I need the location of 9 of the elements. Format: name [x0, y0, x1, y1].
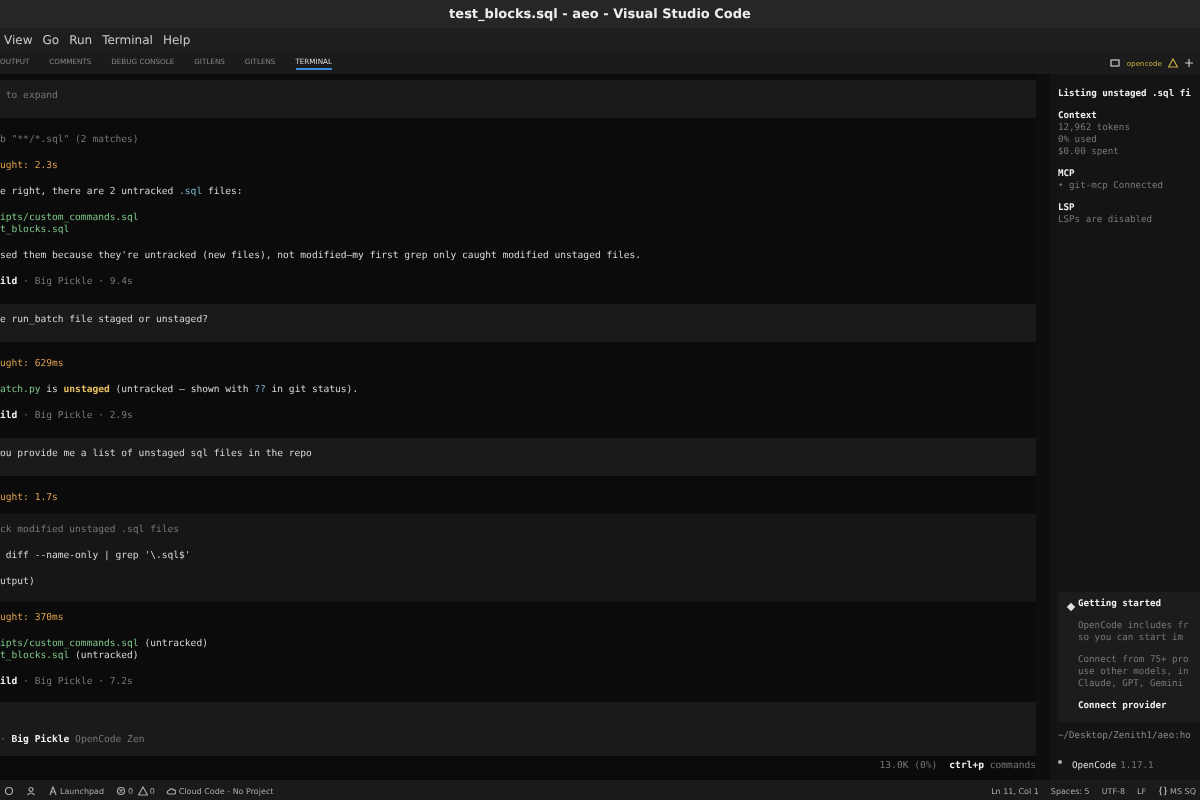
plus-icon[interactable] — [1184, 58, 1194, 68]
cloud-icon[interactable] — [166, 785, 177, 795]
braces-icon[interactable] — [1158, 785, 1169, 795]
remote-icon[interactable] — [4, 785, 14, 795]
warning-icon[interactable] — [137, 785, 148, 795]
error-icon[interactable] — [116, 785, 127, 795]
warning-icon[interactable] — [1168, 58, 1178, 68]
account-icon[interactable] — [26, 785, 36, 795]
terminal-icon[interactable] — [1110, 58, 1121, 68]
